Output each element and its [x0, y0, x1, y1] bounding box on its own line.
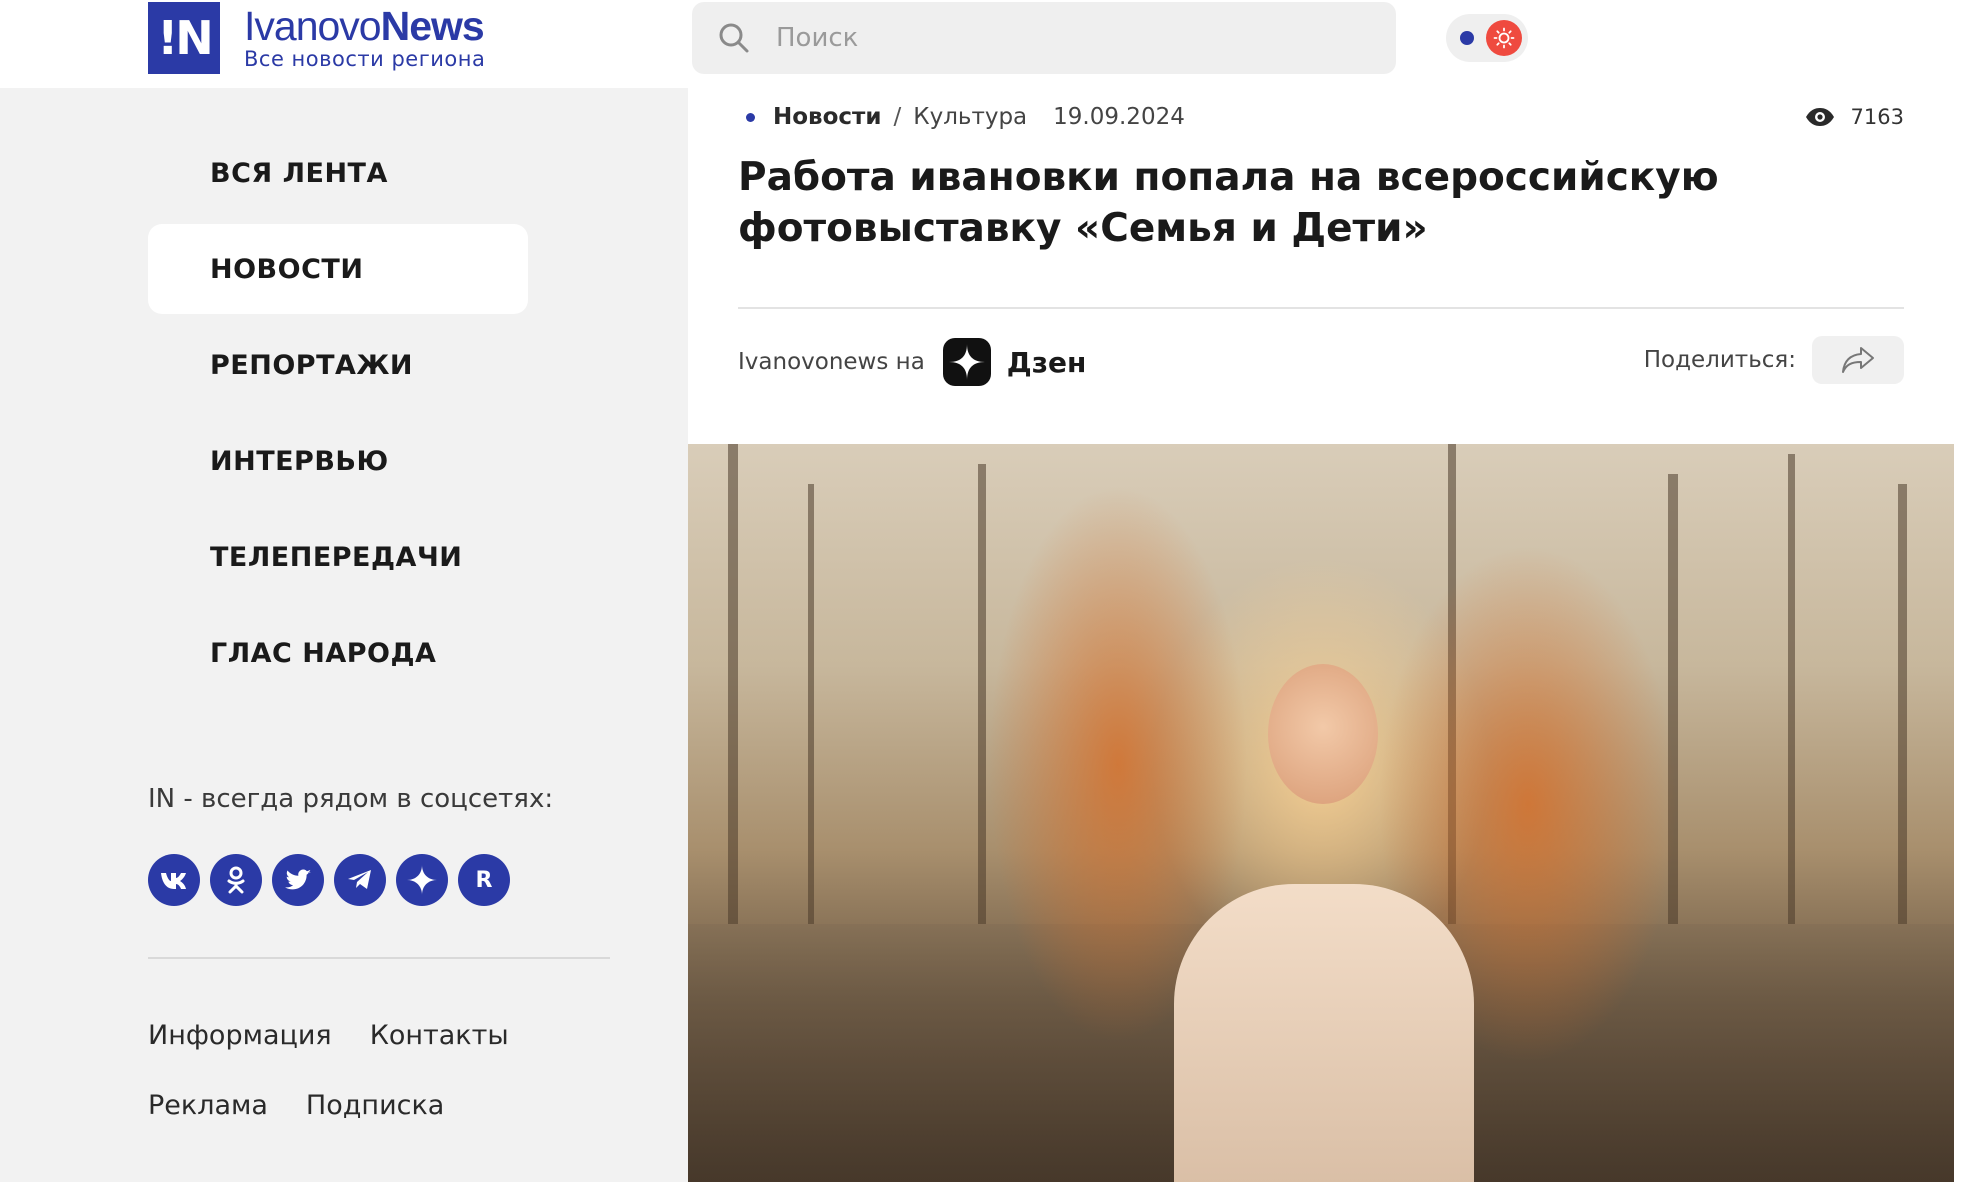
telegram-icon[interactable] [334, 854, 386, 906]
views-counter: 7163 [1805, 98, 1904, 136]
rutube-icon[interactable]: R [458, 854, 510, 906]
breadcrumb-section[interactable]: Новости [773, 104, 882, 130]
odnoklassniki-icon[interactable] [210, 854, 262, 906]
logo-text: IvanovoNews Все новости региона [244, 6, 485, 70]
breadcrumb-separator: / [893, 104, 902, 130]
article-headline: Работа ивановки попала на всероссийскую … [738, 155, 1719, 251]
nav-item-news[interactable]: НОВОСТИ [148, 224, 528, 314]
sidebar-divider [148, 957, 610, 959]
share-block: Поделиться: [1644, 336, 1904, 384]
article: Новости / Культура 19.09.2024 7163 Работ… [688, 88, 1954, 1182]
bullet-icon [746, 112, 755, 122]
logo-name-bold: News [380, 3, 485, 49]
article-date: 19.09.2024 [1053, 104, 1185, 130]
dzen-prefix: Ivanovonews на [738, 349, 925, 375]
share-label: Поделиться: [1643, 347, 1796, 373]
dzen-logo-icon [942, 338, 991, 386]
sun-icon [1486, 20, 1522, 56]
twitter-icon[interactable] [272, 854, 324, 906]
logo-name: IvanovoNews [244, 6, 485, 47]
footer-link-subscribe[interactable]: Подписка [306, 1088, 444, 1124]
dzen-subscribe[interactable]: Ivanovonews на Дзен [738, 334, 1086, 390]
sidebar: ВСЯ ЛЕНТА НОВОСТИ РЕПОРТАЖИ ИНТЕРВЬЮ ТЕЛ… [0, 88, 688, 1182]
vk-icon[interactable] [148, 854, 200, 906]
site-logo[interactable]: !N IvanovoNews Все новости региона [148, 2, 485, 74]
nav-item-interview[interactable]: ИНТЕРВЬЮ [148, 416, 528, 506]
nav-item-all-feed[interactable]: ВСЯ ЛЕНТА [148, 128, 528, 218]
footer-links: Информация Контакты Реклама Подписка [148, 1018, 608, 1158]
theme-toggle[interactable] [1446, 14, 1528, 62]
person-face [1268, 664, 1378, 804]
person-dress [1174, 884, 1474, 1182]
logo-name-light: Ivanovo [244, 3, 382, 49]
social-links: R [148, 854, 520, 906]
footer-link-info[interactable]: Информация [148, 1018, 332, 1054]
logo-tagline: Все новости региона [244, 47, 486, 71]
nav-item-tv-shows[interactable]: ТЕЛЕПЕРЕДАЧИ [148, 512, 528, 602]
footer-link-ads[interactable]: Реклама [148, 1088, 268, 1124]
nav-item-voice-of-people[interactable]: ГЛАС НАРОДА [148, 608, 528, 698]
article-meta: Новости / Культура 19.09.2024 7163 [738, 98, 1904, 136]
dzen-icon[interactable] [396, 854, 448, 906]
dark-mode-dot-icon [1460, 31, 1474, 45]
article-photo [688, 444, 1954, 1182]
eye-icon [1805, 108, 1834, 126]
article-divider [738, 307, 1904, 309]
main-nav: ВСЯ ЛЕНТА НОВОСТИ РЕПОРТАЖИ ИНТЕРВЬЮ ТЕЛ… [148, 128, 528, 704]
social-title: IN - всегда рядом в соцсетях: [148, 784, 554, 814]
top-bar: !N IvanovoNews Все новости региона [0, 0, 1982, 88]
views-count: 7163 [1850, 105, 1904, 129]
logo-mark: !N [148, 2, 220, 74]
footer-link-contacts[interactable]: Контакты [370, 1018, 509, 1054]
search-icon[interactable] [718, 22, 750, 54]
search-input[interactable] [776, 16, 1356, 60]
nav-item-reports[interactable]: РЕПОРТАЖИ [148, 320, 528, 410]
share-arrow-icon [1842, 347, 1874, 373]
breadcrumb-category[interactable]: Культура [913, 104, 1027, 130]
share-button[interactable] [1812, 336, 1904, 384]
search-bar [692, 2, 1396, 74]
dzen-name: Дзен [1006, 345, 1087, 379]
